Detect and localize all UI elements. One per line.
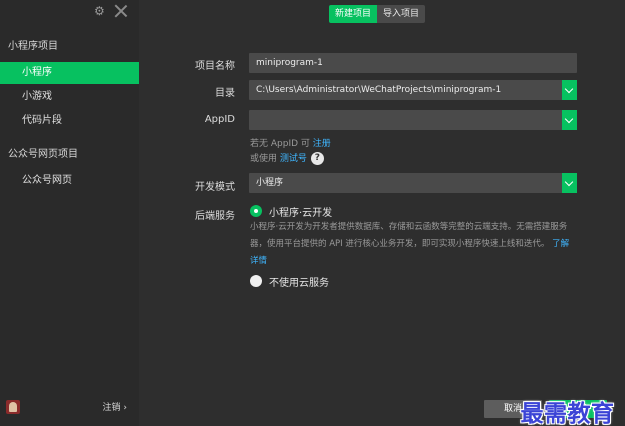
dev-mode-select[interactable]: 小程序 [249,173,577,193]
gear-icon[interactable]: ⚙ [94,5,106,17]
sidebar-item-web-page[interactable]: 公众号网页 [0,170,139,192]
directory-label: 目录 [215,88,235,99]
main-panel: 新建项目 导入项目 项目名称 miniprogram-1 目录 C:\Users… [139,0,625,426]
project-name-input[interactable]: miniprogram-1 [249,53,577,73]
tab-new-project[interactable]: 新建项目 [329,5,378,23]
hint-text: 若无 AppID 可 [250,139,313,149]
cloud-desc-text: 小程序·云开发为开发者提供数据库、存储和云函数等完整的云端支持。无需搭建服务器，… [250,222,568,249]
sidebar-item-minigame[interactable]: 小游戏 [0,86,139,108]
cloud-dev-option-label[interactable]: 小程序·云开发 [269,204,332,219]
dev-mode-label: 开发模式 [195,182,235,193]
avatar[interactable] [6,400,20,414]
appid-select[interactable] [249,110,577,130]
window-controls: ⚙ [94,4,128,18]
dev-mode-value: 小程序 [256,178,284,188]
test-account-hint: 或使用 测试号? [250,151,324,165]
appid-label: AppID [204,114,235,125]
tab-bar: 新建项目 导入项目 [329,5,426,23]
register-link[interactable]: 注册 [313,139,331,149]
help-icon[interactable]: ? [310,152,324,165]
chevron-down-icon[interactable] [562,173,577,193]
hint-text: 或使用 [250,154,280,164]
backend-service-label: 后端服务 [195,211,235,222]
chevron-down-icon[interactable] [562,110,577,130]
radio-cloud-dev[interactable] [250,205,262,217]
directory-value: C:\Users\Administrator\WeChatProjects\mi… [256,85,502,95]
sidebar-item-code-snippet[interactable]: 代码片段 [0,110,139,132]
chevron-down-icon[interactable] [562,80,577,100]
project-name-label: 项目名称 [195,61,235,72]
section-title-web: 公众号网页项目 [8,149,78,160]
logout-link[interactable]: 注销 › [103,400,127,413]
cloud-dev-description: 小程序·云开发为开发者提供数据库、存储和云函数等完整的云端支持。无需搭建服务器，… [250,219,577,270]
no-cloud-option-label[interactable]: 不使用云服务 [269,274,329,289]
watermark-logo: 最需教育 [520,400,615,426]
sidebar: ⚙ 小程序项目 小程序 小游戏 代码片段 公众号网页项目 公众号网页 注销 › [0,0,139,426]
section-title-miniprogram: 小程序项目 [8,41,58,52]
close-icon[interactable] [114,4,128,18]
directory-select[interactable]: C:\Users\Administrator\WeChatProjects\mi… [249,80,577,100]
appid-register-hint: 若无 AppID 可 注册 [250,136,331,149]
radio-no-cloud[interactable] [250,275,262,287]
tab-import-project[interactable]: 导入项目 [377,5,426,23]
sidebar-item-miniprogram[interactable]: 小程序 [0,62,139,84]
test-account-link[interactable]: 测试号 [280,154,307,164]
